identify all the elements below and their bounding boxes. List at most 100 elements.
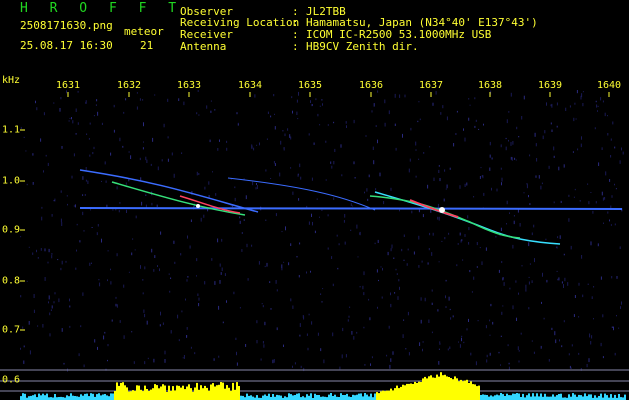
noise-speck — [394, 93, 396, 98]
noise-speck — [377, 239, 379, 243]
noise-speck — [475, 119, 477, 122]
power-bar — [510, 395, 512, 400]
noise-speck — [296, 99, 298, 103]
power-bar — [340, 393, 342, 400]
noise-speck — [299, 163, 301, 168]
power-bar — [176, 385, 178, 400]
power-bar — [466, 379, 468, 400]
noise-speck — [559, 339, 560, 342]
noise-speck — [573, 117, 575, 122]
power-bar — [472, 384, 474, 400]
noise-speck — [394, 123, 396, 126]
noise-speck — [344, 214, 346, 218]
power-trace-layer — [20, 372, 626, 400]
noise-speck — [92, 152, 94, 155]
noise-speck — [141, 201, 143, 206]
noise-speck — [29, 350, 31, 355]
noise-speck — [343, 220, 345, 223]
noise-speck — [491, 157, 493, 160]
noise-speck — [217, 148, 219, 151]
noise-speck — [510, 92, 512, 97]
noise-speck — [126, 209, 127, 213]
power-bar — [586, 396, 588, 400]
noise-speck — [297, 118, 299, 120]
noise-speck — [40, 138, 42, 142]
power-bar — [484, 394, 486, 400]
power-bar — [106, 395, 108, 400]
noise-speck — [510, 156, 512, 160]
power-bar — [504, 396, 506, 400]
noise-speck — [600, 276, 602, 280]
noise-speck — [190, 219, 192, 222]
noise-speck — [503, 277, 504, 280]
power-bar — [170, 390, 172, 400]
noise-speck — [71, 117, 72, 120]
noise-speck — [555, 339, 557, 344]
noise-speck — [531, 232, 533, 236]
power-bar — [218, 384, 220, 400]
noise-speck — [450, 317, 452, 320]
power-bar — [362, 396, 364, 400]
noise-speck — [526, 184, 528, 189]
noise-speck — [246, 243, 248, 248]
noise-speck — [438, 348, 440, 350]
noise-speck — [447, 348, 449, 351]
noise-speck — [153, 269, 155, 272]
power-bar — [112, 393, 114, 400]
noise-speck — [520, 332, 522, 335]
power-bar — [394, 388, 396, 400]
noise-speck — [589, 333, 591, 338]
noise-speck — [69, 325, 71, 328]
noise-speck — [542, 135, 544, 140]
noise-speck — [290, 298, 292, 302]
noise-speck — [319, 124, 321, 126]
power-bar — [114, 391, 116, 400]
power-bar — [46, 393, 48, 400]
noise-speck — [113, 104, 115, 108]
noise-speck — [556, 270, 558, 272]
noise-speck — [594, 127, 596, 130]
power-bar — [116, 382, 118, 400]
power-bar — [558, 394, 560, 400]
noise-speck — [429, 232, 431, 236]
noise-speck — [60, 97, 62, 100]
noise-speck — [273, 161, 275, 164]
noise-speck — [555, 246, 557, 248]
power-bar — [344, 395, 346, 400]
noise-speck — [403, 259, 405, 261]
noise-speck — [65, 260, 67, 263]
x-tick-label: 1639 — [537, 80, 563, 91]
noise-speck — [110, 152, 112, 156]
noise-speck — [568, 218, 570, 222]
power-bar — [292, 395, 294, 400]
noise-speck — [529, 154, 531, 157]
noise-speck — [395, 268, 397, 271]
noise-speck — [125, 98, 127, 101]
noise-speck — [533, 224, 535, 228]
noise-speck — [500, 167, 502, 170]
noise-speck — [239, 216, 241, 219]
noise-speck — [196, 171, 198, 176]
noise-speck — [44, 248, 46, 252]
noise-speck — [241, 232, 243, 234]
noise-speck — [196, 258, 198, 262]
noise-speck — [486, 354, 488, 358]
power-bar — [196, 382, 198, 400]
noise-speck — [419, 342, 421, 346]
meteor-count: 21 — [140, 39, 154, 52]
noise-speck — [377, 306, 378, 309]
noise-speck — [22, 326, 24, 329]
power-bar — [96, 394, 98, 400]
noise-speck — [51, 255, 53, 259]
noise-speck — [327, 214, 329, 217]
noise-speck — [72, 120, 74, 124]
noise-speck — [104, 161, 106, 165]
power-bar — [314, 393, 316, 400]
noise-speck — [415, 175, 417, 178]
noise-speck — [489, 167, 491, 171]
noise-speck — [396, 273, 398, 275]
noise-speck — [203, 214, 205, 218]
noise-speck — [602, 197, 604, 201]
noise-speck — [77, 90, 79, 93]
power-bar — [522, 393, 524, 400]
